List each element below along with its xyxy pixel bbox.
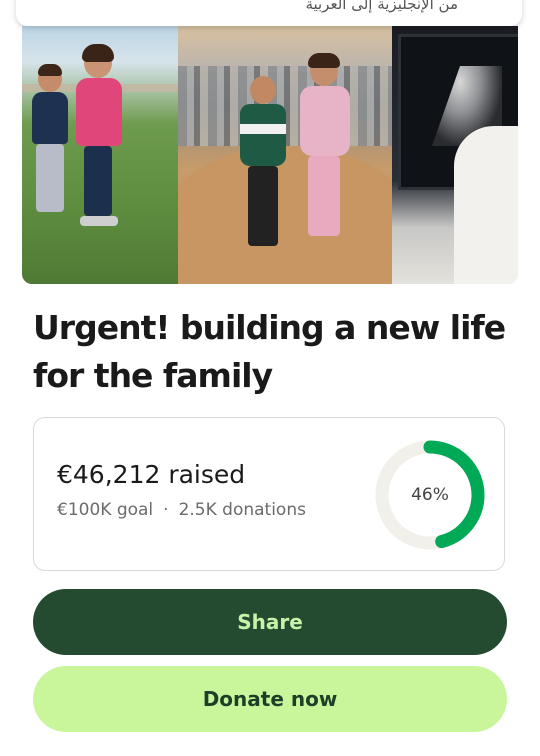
donate-now-button[interactable]: Donate now <box>33 666 507 732</box>
child-figure <box>72 44 124 238</box>
donation-count: 2.5K donations <box>178 500 306 520</box>
translation-banner[interactable]: من الإنجليزية إلى العربية <box>16 0 522 26</box>
translation-banner-text: من الإنجليزية إلى العربية <box>305 0 458 13</box>
separator-dot: · <box>163 500 169 520</box>
photo-children-on-sand[interactable] <box>178 26 392 284</box>
child-figure <box>296 53 352 251</box>
share-button[interactable]: Share <box>33 589 507 655</box>
photo-gallery[interactable] <box>22 26 518 284</box>
goal-and-donations: €100K goal · 2.5K donations <box>57 500 306 520</box>
doctor-coat <box>454 126 518 284</box>
progress-percent: 46% <box>411 485 449 505</box>
goal-amount: €100K goal <box>57 500 154 520</box>
child-figure <box>238 76 288 256</box>
photo-ultrasound[interactable] <box>392 26 518 284</box>
campaign-title: Urgent! building a new life for the fami… <box>33 308 506 395</box>
fundraiser-page: من الإنجليزية إلى العربية Urgent! buildi… <box>0 0 540 756</box>
photo-children-on-grass[interactable] <box>22 26 178 284</box>
amount-raised: €46,212 raised <box>57 460 246 489</box>
progress-ring: 46% <box>374 439 486 551</box>
child-figure <box>30 64 68 216</box>
progress-card: €46,212 raised €100K goal · 2.5K donations… <box>33 417 505 571</box>
